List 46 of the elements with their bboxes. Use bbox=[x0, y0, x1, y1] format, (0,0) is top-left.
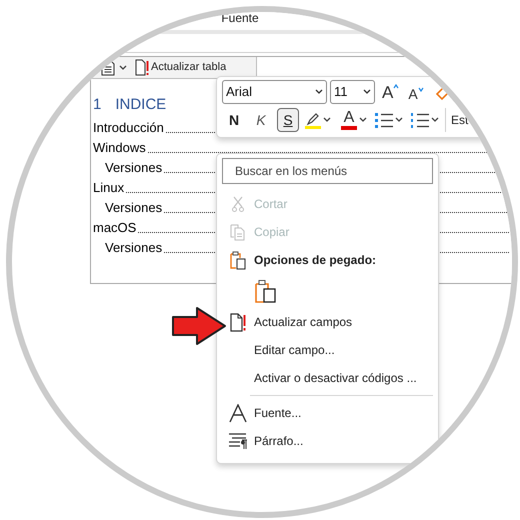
clipboard-icon[interactable] bbox=[255, 279, 276, 303]
highlight-button[interactable] bbox=[305, 112, 321, 128]
caret-icon[interactable] bbox=[323, 117, 331, 123]
caret-down-icon bbox=[418, 86, 424, 92]
paragraph-icon bbox=[229, 433, 247, 449]
toc-entry[interactable]: Introducción bbox=[93, 120, 164, 136]
copy-icon bbox=[230, 224, 246, 240]
ribbon-group-label: Fuente bbox=[221, 12, 259, 27]
menu-item[interactable]: Fuente... bbox=[222, 399, 433, 427]
italic-button[interactable]: K bbox=[250, 108, 272, 132]
caret-icon[interactable] bbox=[359, 117, 367, 123]
scissors-icon bbox=[232, 196, 244, 212]
font-size-combobox[interactable]: 11 bbox=[330, 80, 375, 104]
toc-entry[interactable]: Windows bbox=[93, 140, 146, 156]
heading-number: 1 bbox=[93, 96, 102, 114]
dropdown-caret-icon[interactable] bbox=[363, 89, 371, 95]
caret-icon[interactable] bbox=[395, 117, 403, 123]
font-color-button[interactable]: A bbox=[341, 110, 357, 130]
menu-item[interactable]: Editar campo... bbox=[222, 336, 433, 364]
grow-font-button[interactable]: A bbox=[382, 84, 400, 100]
font-icon bbox=[229, 404, 247, 422]
heading: INDICE bbox=[115, 96, 166, 114]
search-field[interactable]: Buscar en los menús bbox=[222, 158, 433, 184]
numbered-list-icon[interactable] bbox=[411, 112, 429, 128]
caret-up-icon bbox=[393, 84, 400, 88]
clipboard-icon bbox=[230, 250, 246, 270]
bold-button[interactable]: N bbox=[223, 108, 245, 132]
menu-item[interactable]: Opciones de pegado: bbox=[222, 246, 433, 274]
caret-icon[interactable] bbox=[431, 117, 439, 123]
document-icon[interactable] bbox=[101, 59, 115, 76]
menu-item[interactable]: Actualizar campos bbox=[222, 308, 433, 336]
menu-item[interactable]: Párrafo... bbox=[222, 427, 433, 455]
font-combobox[interactable]: Arial bbox=[222, 80, 327, 104]
caret-icon[interactable] bbox=[119, 64, 127, 70]
toc-entry[interactable]: Versiones bbox=[93, 200, 162, 216]
toc-entry[interactable]: Versiones bbox=[93, 160, 162, 176]
underline-button[interactable]: S bbox=[277, 108, 299, 132]
toc-entry[interactable]: Versiones bbox=[93, 240, 162, 256]
shrink-font-button[interactable]: A bbox=[408, 86, 424, 100]
toc-entry[interactable]: macOS bbox=[93, 220, 136, 236]
pointer-arrow bbox=[170, 305, 228, 347]
document-alert-icon bbox=[230, 312, 246, 332]
menu-item[interactable]: Activar o desactivar códigos ... bbox=[222, 364, 433, 392]
dropdown-caret-icon[interactable] bbox=[315, 89, 323, 95]
bullet-list-icon[interactable] bbox=[375, 112, 393, 128]
toc-entry[interactable]: Linux bbox=[93, 180, 124, 196]
